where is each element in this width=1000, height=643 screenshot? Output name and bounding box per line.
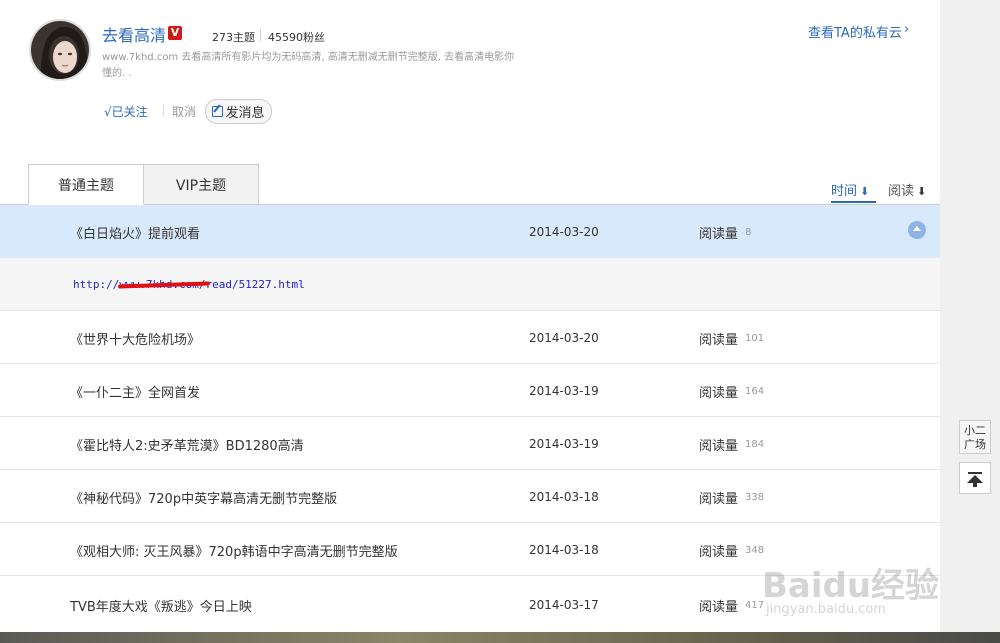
topic-date: 2014-03-20 (529, 225, 599, 239)
topics-count[interactable]: 273主题 (212, 29, 255, 45)
topic-row[interactable]: 《霍比特人2:史矛革荒漠》BD1280高清 2014-03-19 阅读量 184 (0, 417, 940, 470)
follow-divider (163, 104, 164, 116)
topic-date: 2014-03-18 (529, 543, 599, 557)
read-count-label: 阅读量 (699, 439, 739, 454)
username[interactable]: 去看高清 (102, 22, 166, 46)
read-count: 164 (745, 386, 765, 397)
read-count-label: 阅读量 (699, 492, 739, 507)
topic-row[interactable]: 《一仆二主》全网首发 2014-03-19 阅读量 164 (0, 364, 940, 417)
topic-title[interactable]: 《神秘代码》720p中英字幕高清无删节完整版 (70, 488, 337, 507)
read-count: 101 (745, 333, 765, 344)
read-count: 348 (745, 545, 765, 556)
edit-icon (212, 106, 224, 117)
arrow-stem (973, 482, 977, 487)
topic-row[interactable]: 《观相大师: 灭王风暴》720p韩语中字高清无删节完整版 2014-03-18 … (0, 523, 940, 576)
tab-vip-topics-label: VIP主题 (175, 178, 227, 194)
topic-row[interactable]: 《神秘代码》720p中英字幕高清无删节完整版 2014-03-18 阅读量 33… (0, 470, 940, 523)
expanded-link-row: http://www.7khd.com/read/51227.html (0, 258, 940, 311)
verified-badge-icon: V (168, 26, 182, 40)
send-message-label: 发消息 (225, 106, 265, 121)
read-count-label: 阅读量 (699, 386, 739, 401)
background-image-strip (0, 632, 1000, 643)
arrow-down-icon: ⬇ (917, 185, 927, 198)
topic-row[interactable]: 《白日焰火》提前观看 2014-03-20 阅读量 8 (0, 205, 940, 258)
topic-date: 2014-03-18 (529, 490, 599, 504)
read-count-label: 阅读量 (699, 545, 739, 560)
topic-row[interactable]: 《世界十大危险机场》 2014-03-20 阅读量 101 (0, 311, 940, 364)
sort-by-time-button[interactable]: 时间 ⬇ (831, 180, 876, 203)
topic-title[interactable]: 《世界十大危险机场》 (70, 329, 200, 348)
read-count-label: 阅读量 (699, 600, 739, 615)
topic-title[interactable]: 《白日焰火》提前观看 (70, 223, 200, 242)
sort-read-label: 阅读 (888, 184, 915, 199)
read-count-label: 阅读量 (699, 333, 739, 348)
send-message-button[interactable]: 发消息 (205, 99, 272, 124)
topic-date: 2014-03-17 (529, 598, 599, 612)
followed-status[interactable]: √已关注 (104, 103, 148, 120)
sort-time-label: 时间 (831, 184, 858, 199)
back-to-top-icon (968, 472, 982, 474)
chevron-right-icon[interactable]: › (904, 22, 909, 37)
read-count: 417 (745, 600, 765, 611)
read-count: 8 (745, 227, 752, 238)
profile-description: www.7khd.com 去看高清所有影片均为无码高清, 高清无删减无删节完整版… (102, 52, 515, 79)
read-count: 338 (745, 492, 765, 503)
avatar[interactable] (29, 19, 91, 81)
stat-divider (260, 29, 261, 41)
topic-date: 2014-03-19 (529, 384, 599, 398)
topic-title[interactable]: 《一仆二主》全网首发 (70, 382, 200, 401)
fans-count[interactable]: 45590粉丝 (268, 29, 325, 45)
read-count: 184 (745, 439, 765, 450)
topic-title[interactable]: 《观相大师: 灭王风暴》720p韩语中字高清无删节完整版 (70, 541, 398, 560)
topic-date: 2014-03-19 (529, 437, 599, 451)
read-count-label: 阅读量 (699, 227, 739, 242)
sort-by-read-button[interactable]: 阅读 ⬇ (888, 180, 926, 199)
topic-date: 2014-03-20 (529, 331, 599, 345)
back-to-top-button[interactable] (959, 462, 991, 494)
collapse-icon[interactable] (908, 221, 926, 239)
square-button[interactable]: 小二广场 (959, 420, 991, 454)
main-panel: 去看高清 V 273主题 45590粉丝 www.7khd.com 去看高清所有… (0, 0, 940, 632)
topic-title[interactable]: 《霍比特人2:史矛革荒漠》BD1280高清 (70, 435, 304, 454)
topic-row[interactable]: TVB年度大戏《叛逃》今日上映 2014-03-17 阅读量 417 (0, 576, 940, 632)
tab-normal-topics[interactable]: 普通主题 (28, 164, 144, 205)
topic-title[interactable]: TVB年度大戏《叛逃》今日上映 (70, 596, 252, 615)
tab-vip-topics[interactable]: VIP主题 (143, 164, 259, 205)
arrow-down-icon: ⬇ (860, 185, 870, 198)
view-private-cloud-link[interactable]: 查看TA的私有云 (808, 22, 902, 41)
tab-normal-topics-label: 普通主题 (58, 177, 114, 194)
cancel-follow-button[interactable]: 取消 (172, 103, 196, 120)
